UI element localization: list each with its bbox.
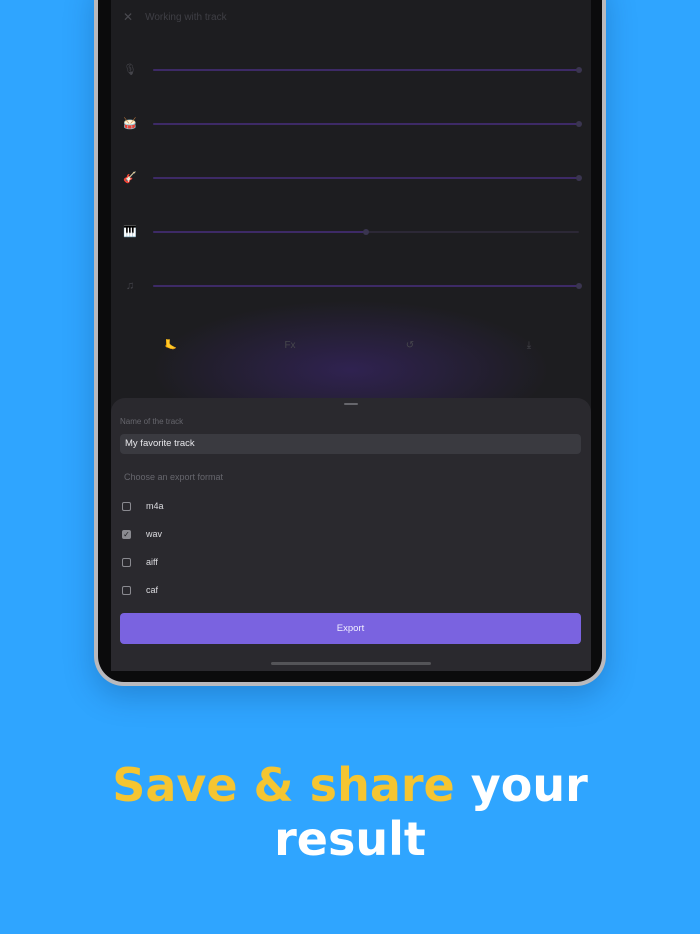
checkbox-checked[interactable]: ✓	[122, 529, 131, 539]
checkbox[interactable]	[122, 585, 131, 595]
microphone-icon: 🎙	[123, 64, 137, 76]
top-bar: ✕ Working with track	[123, 10, 227, 24]
export-sheet: Name of the track My favorite track Choo…	[111, 398, 591, 671]
headline-line2: result	[274, 812, 426, 866]
slider-knob[interactable]	[576, 67, 582, 73]
format-option-wav[interactable]: ✓ wav	[122, 527, 162, 541]
export-format-label: Choose an export format	[124, 472, 224, 482]
format-label: caf	[146, 585, 159, 595]
slider-knob[interactable]	[576, 283, 582, 289]
volume-slider[interactable]	[153, 175, 582, 181]
export-button[interactable]: Export	[120, 613, 581, 644]
close-icon[interactable]: ✕	[123, 10, 133, 24]
download-icon[interactable]: ⤓	[519, 340, 539, 351]
screen-title: Working with track	[145, 11, 227, 23]
format-label: wav	[146, 529, 163, 539]
promo-headline: Save & share your result	[0, 758, 700, 866]
track-row-drums: 🥁	[123, 117, 582, 131]
home-indicator	[271, 662, 431, 665]
track-row-keys: 🎹	[123, 225, 579, 239]
headline-rest: your	[470, 758, 588, 812]
piano-icon: 🎹	[123, 226, 137, 238]
drum-icon: 🥁	[123, 118, 137, 130]
volume-slider[interactable]	[153, 283, 582, 289]
headline-accent: Save & share	[112, 758, 455, 812]
app-screen: ✕ Working with track 🎙 🥁 🎸 🎹 ♫ 🦶 Fx ↺ ⤓ …	[111, 0, 591, 671]
track-row-melody: ♫	[123, 279, 582, 293]
track-name-input[interactable]: My favorite track	[120, 434, 581, 454]
sheet-drag-handle[interactable]	[344, 403, 358, 405]
tempo-icon[interactable]: 🦶	[161, 340, 181, 351]
slider-knob[interactable]	[363, 229, 369, 235]
format-option-caf[interactable]: caf	[122, 583, 158, 597]
slider-fill	[153, 123, 579, 125]
fx-button[interactable]: Fx	[280, 340, 300, 351]
slider-knob[interactable]	[576, 121, 582, 127]
slider-fill	[153, 285, 579, 287]
music-note-icon: ♫	[125, 280, 135, 292]
checkbox[interactable]	[122, 501, 131, 511]
guitar-icon: 🎸	[123, 172, 137, 184]
track-row-guitar: 🎸	[123, 171, 582, 185]
undo-icon[interactable]: ↺	[400, 340, 420, 351]
slider-fill	[153, 231, 366, 233]
checkbox[interactable]	[122, 557, 131, 567]
track-name-label: Name of the track	[120, 417, 184, 426]
format-option-aiff[interactable]: aiff	[122, 555, 158, 569]
slider-fill	[153, 69, 579, 71]
format-label: aiff	[146, 557, 158, 567]
format-label: m4a	[146, 501, 164, 511]
volume-slider[interactable]	[153, 67, 582, 73]
bottom-toolbar: 🦶 Fx ↺ ⤓	[111, 340, 591, 354]
volume-slider[interactable]	[153, 121, 582, 127]
format-option-m4a[interactable]: m4a	[122, 499, 164, 513]
slider-knob[interactable]	[576, 175, 582, 181]
slider-fill	[153, 177, 579, 179]
track-row-vocals: 🎙	[123, 63, 582, 77]
volume-slider[interactable]	[153, 229, 579, 235]
